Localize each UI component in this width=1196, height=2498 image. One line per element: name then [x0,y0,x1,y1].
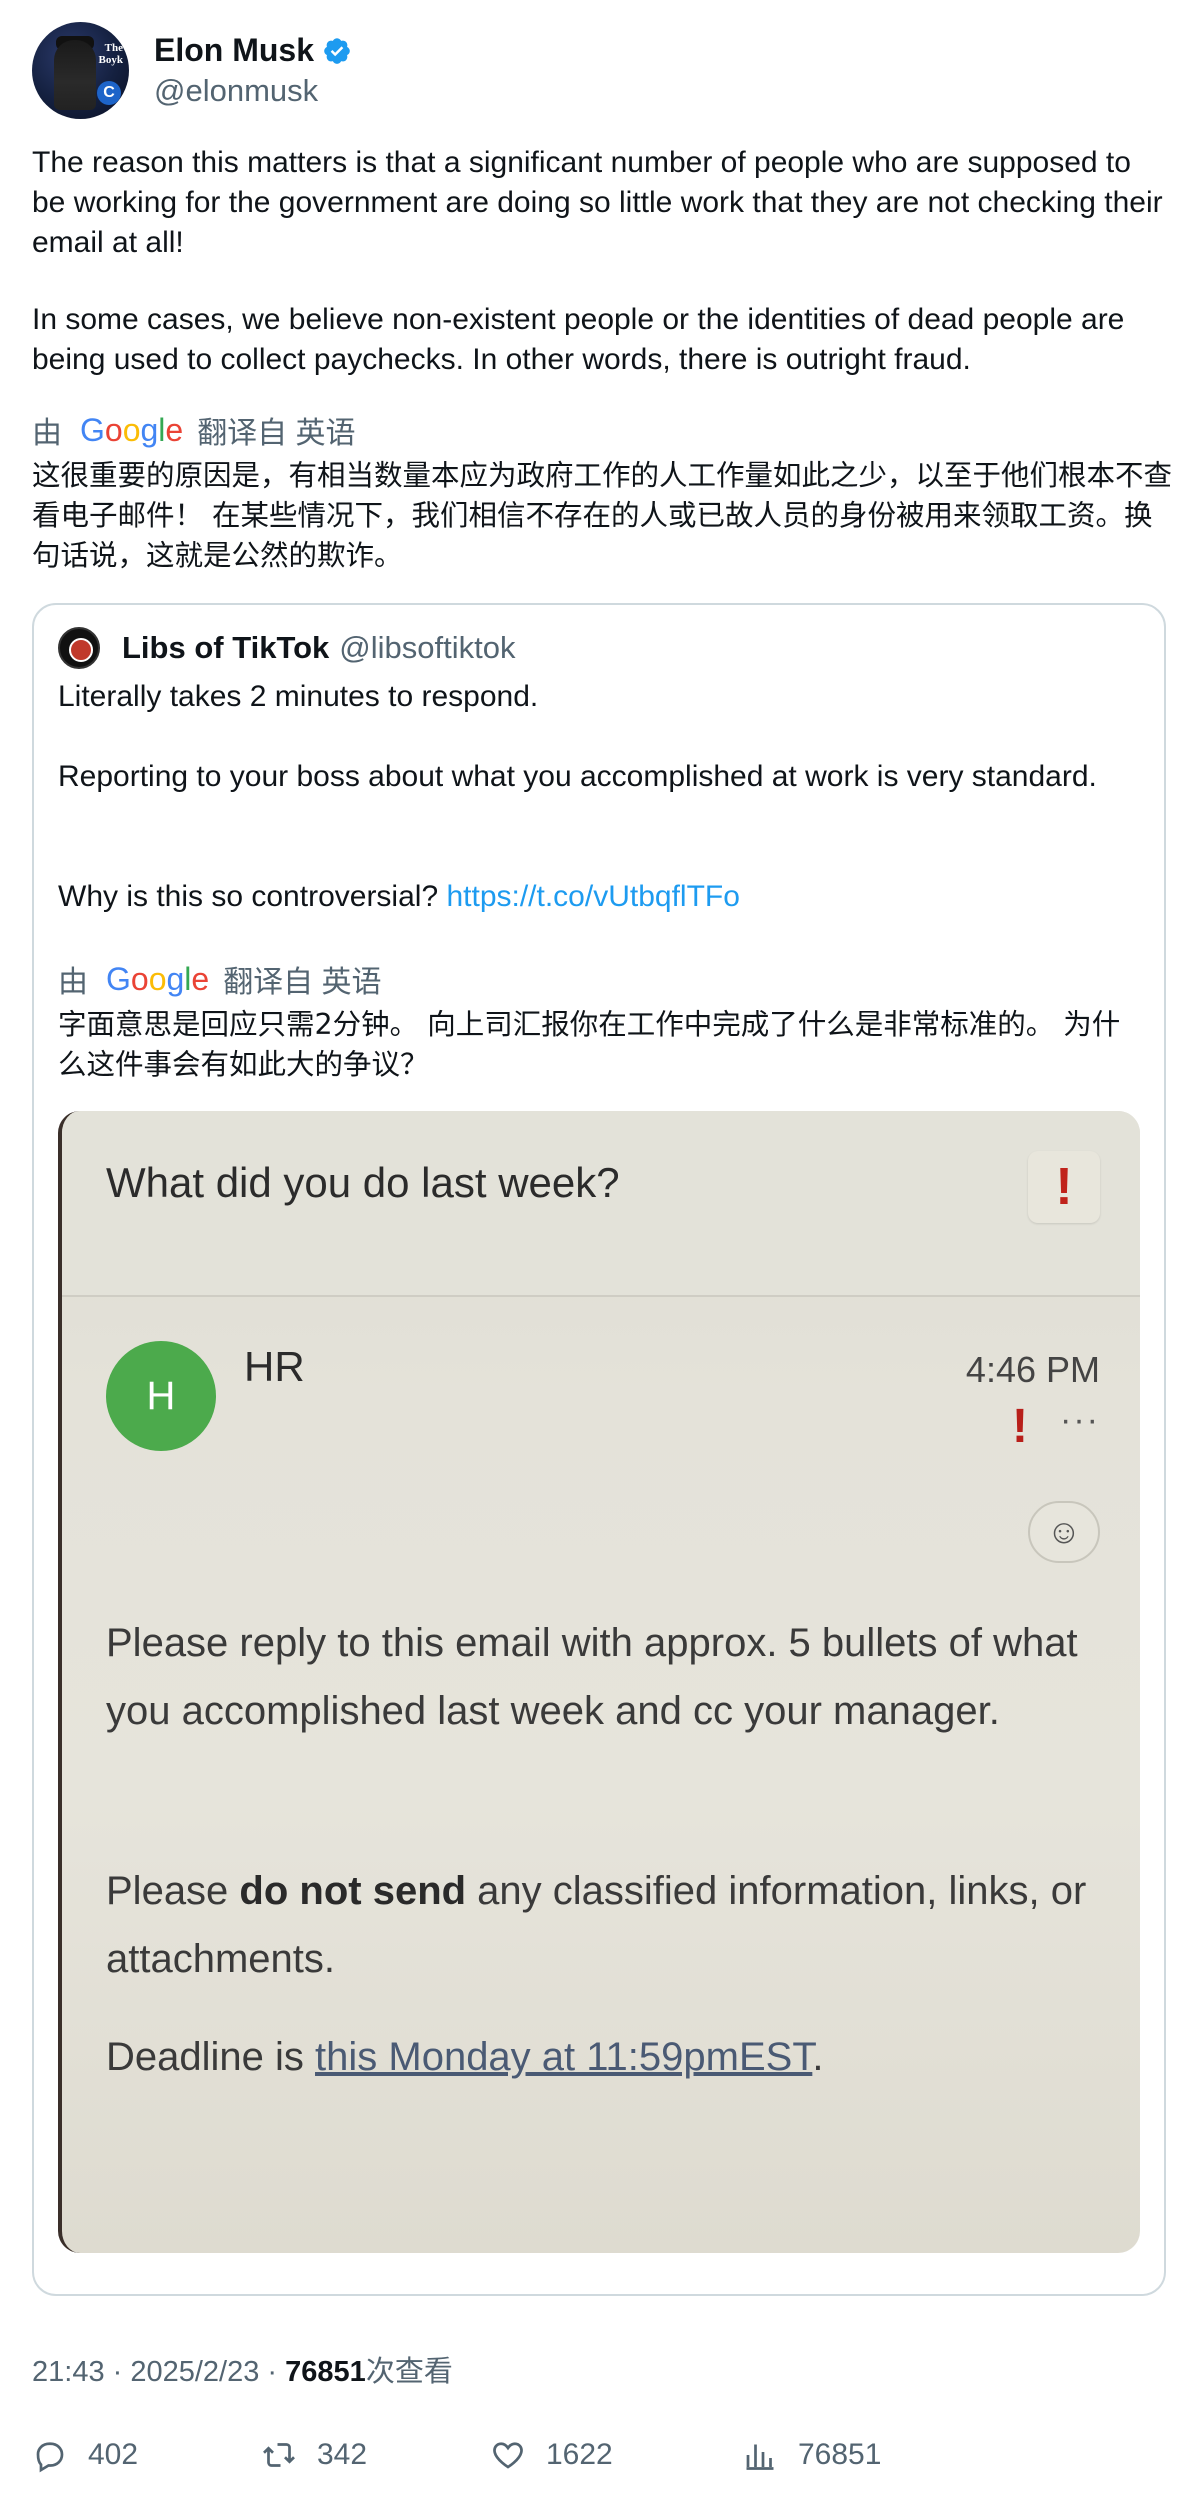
like-count: 1622 [546,2438,613,2471]
quoted-author-avatar [58,627,100,669]
quoted-text-line-1: Literally takes 2 minutes to respond. [58,680,539,713]
quoted-google-logo-icon: Google [106,960,210,997]
author-handle[interactable]: @elonmusk [154,73,352,109]
heart-icon [493,2442,523,2469]
email-flag-icon: ! [1012,1400,1028,1453]
sender-name: HR [244,1343,305,1390]
quoted-translate-suffix: 翻译自 英语 [223,966,382,999]
quoted-tweet[interactable]: Libs of TikTok @libsoftiktok Literally t… [32,603,1166,2296]
google-logo-icon: Google [80,411,184,448]
views-button[interactable]: 76851 [742,2437,881,2473]
emoji-reaction-icon: ☺ [1028,1501,1100,1563]
sender-avatar: H [106,1341,216,1451]
email-body-paragraph-2: Please do not send any classified inform… [106,1869,1087,1981]
quoted-tweet-header: Libs of TikTok @libsoftiktok [58,627,515,669]
tweet-translation: 这很重要的原因是，有相当数量本应为政府工作的人工作量如此之少，以至于他们根本不查… [32,459,1173,572]
quoted-translation: 字面意思是回应只需2分钟。 向上司汇报你在工作中完成了什么是非常标准的。 为什么… [58,1008,1121,1081]
more-options-icon: ··· [1060,1401,1100,1439]
author-names: Elon Musk @elonmusk [154,32,352,109]
tweet-page: The Boyk C Elon Musk @elonmusk The reason… [0,0,1196,2498]
reply-icon [36,2442,64,2473]
retweet-count: 342 [317,2438,368,2471]
quoted-text-line-3-prefix: Why is this so controversial? [58,880,447,913]
translation-attribution[interactable]: 由 Google 翻译自 英语 [32,408,356,452]
email-bold-text: do not send [239,1869,467,1913]
quoted-email-image[interactable]: What did you do last week? ! H HR 4:46 P… [58,1111,1140,2253]
email-time: 4:46 PM [965,1349,1100,1390]
quoted-translate-prefix: 由 [58,966,88,999]
tweet-text-paragraph-1: The reason this matters is that a signif… [32,146,1163,259]
important-flag-button: ! [1028,1151,1100,1223]
action-bar: 402 342 1622 76851 [32,2437,1132,2477]
views-count: 76851 [798,2438,882,2471]
tweet-time[interactable]: 21:43 [32,2356,105,2388]
author-display-name[interactable]: Elon Musk [154,32,314,69]
quoted-text-line-2: Reporting to your boss about what you ac… [58,760,1097,793]
author-avatar[interactable]: The Boyk C [32,22,129,119]
tweet-meta: 21:43 · 2025/2/23 · 76851次查看 [32,2356,453,2388]
avatar-label: The Boyk [98,42,123,66]
analytics-icon [746,2444,774,2470]
reply-button[interactable]: 402 [32,2437,138,2473]
important-flag-icon: ! [1055,1158,1073,1216]
reply-count: 402 [88,2438,139,2471]
email-body-paragraph-3: Deadline is this Monday at 11:59pmEST. [106,2035,824,2079]
avatar-figure-shape [54,40,96,110]
tweet-date[interactable]: 2025/2/23 [130,2356,259,2388]
translate-prefix: 由 [32,417,62,450]
tweet-text-paragraph-2: In some cases, we believe non-existent p… [32,303,1125,376]
email-body-paragraph-1: Please reply to this email with approx. … [106,1621,1078,1733]
tweet-view-count: 76851 [285,2356,366,2388]
quoted-author-handle: @libsoftiktok [339,630,516,665]
views-suffix: 次查看 [365,2356,453,2388]
like-button[interactable]: 1622 [490,2437,613,2473]
avatar-c-logo: C [97,81,121,105]
email-subject: What did you do last week? [106,1159,620,1206]
tweet-header: The Boyk C Elon Musk @elonmusk [32,22,352,119]
email-deadline-link: this Monday at 11:59pmEST [315,2035,813,2079]
retweet-button[interactable]: 342 [261,2437,367,2473]
quoted-tweet-link[interactable]: https://t.co/vUtbqflTFo [446,880,739,913]
retweet-icon [263,2443,295,2467]
quoted-translation-attribution[interactable]: 由 Google 翻译自 英语 [58,957,382,1001]
translate-suffix: 翻译自 英语 [197,417,356,450]
quoted-text-line-3: Why is this so controversial? https://t.… [58,877,1138,917]
quoted-author-name: Libs of TikTok [122,630,330,665]
verified-badge-icon [324,37,350,64]
